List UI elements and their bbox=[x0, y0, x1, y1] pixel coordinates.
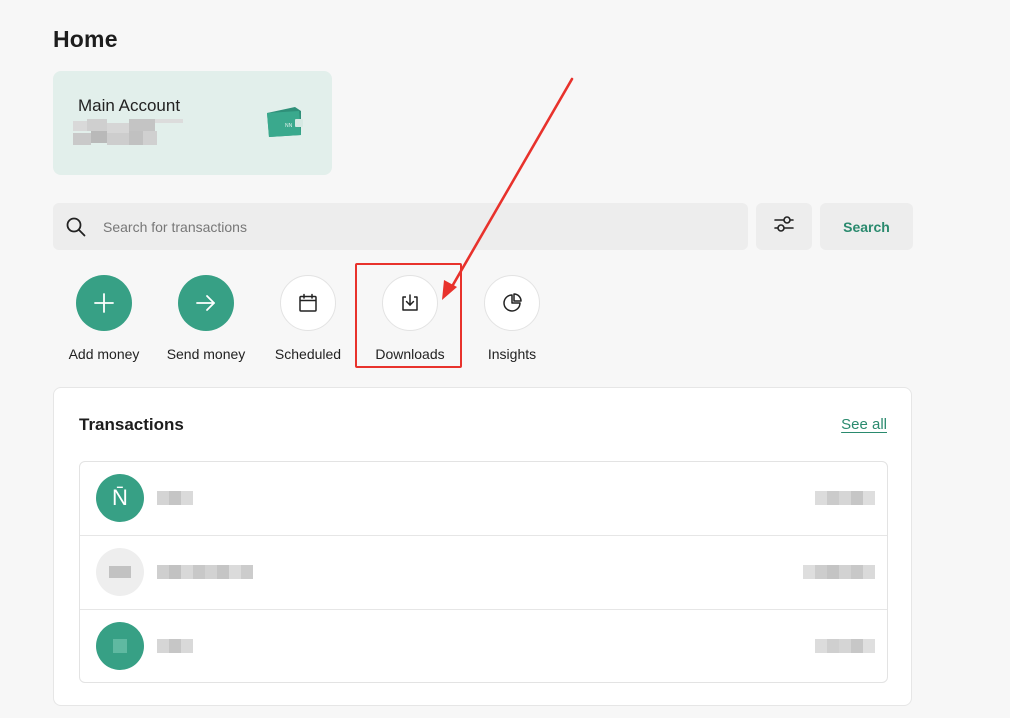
transaction-row[interactable] bbox=[80, 536, 887, 610]
download-icon bbox=[382, 275, 438, 331]
account-card[interactable]: Main Account NN bbox=[53, 71, 332, 175]
calendar-icon bbox=[280, 275, 336, 331]
svg-text:NN: NN bbox=[285, 123, 293, 129]
transactions-panel: Transactions See all N̄ bbox=[53, 387, 912, 706]
transaction-name-redacted bbox=[157, 639, 193, 653]
search-icon bbox=[65, 216, 87, 238]
quick-actions: Add money Send money Scheduled Downloads… bbox=[53, 275, 573, 370]
search-bar[interactable] bbox=[53, 203, 748, 250]
account-balance-redacted bbox=[73, 119, 183, 145]
merchant-avatar: N̄ bbox=[96, 474, 144, 522]
add-money-button[interactable]: Add money bbox=[53, 275, 155, 362]
search-button[interactable]: Search bbox=[820, 203, 913, 250]
transaction-name-redacted bbox=[157, 565, 253, 579]
transactions-title: Transactions bbox=[79, 415, 184, 434]
scheduled-button[interactable]: Scheduled bbox=[257, 275, 359, 362]
send-money-button[interactable]: Send money bbox=[155, 275, 257, 362]
account-name: Main Account bbox=[78, 96, 181, 115]
see-all-link[interactable]: See all bbox=[841, 416, 887, 433]
merchant-avatar bbox=[96, 548, 144, 596]
pie-chart-icon bbox=[484, 275, 540, 331]
transactions-list: N̄ bbox=[79, 461, 888, 683]
action-label: Send money bbox=[166, 346, 246, 362]
search-input[interactable] bbox=[101, 217, 705, 236]
action-label: Scheduled bbox=[274, 346, 342, 362]
transaction-row[interactable]: N̄ bbox=[80, 462, 887, 536]
arrow-right-icon bbox=[178, 275, 234, 331]
insights-button[interactable]: Insights bbox=[461, 275, 563, 362]
plus-icon bbox=[76, 275, 132, 331]
transaction-row[interactable] bbox=[80, 610, 887, 682]
transaction-amount-redacted bbox=[815, 639, 875, 653]
action-label: Add money bbox=[68, 346, 140, 362]
filter-button[interactable] bbox=[756, 203, 812, 250]
transaction-amount-redacted bbox=[815, 491, 875, 505]
action-label: Insights bbox=[487, 346, 537, 362]
wallet-icon: NN bbox=[265, 105, 305, 139]
sliders-icon bbox=[773, 214, 795, 239]
downloads-button[interactable]: Downloads bbox=[359, 275, 461, 362]
action-label: Downloads bbox=[375, 346, 445, 362]
merchant-avatar bbox=[96, 622, 144, 670]
page-title: Home bbox=[53, 26, 118, 52]
transaction-name-redacted bbox=[157, 491, 193, 505]
transaction-amount-redacted bbox=[803, 565, 875, 579]
